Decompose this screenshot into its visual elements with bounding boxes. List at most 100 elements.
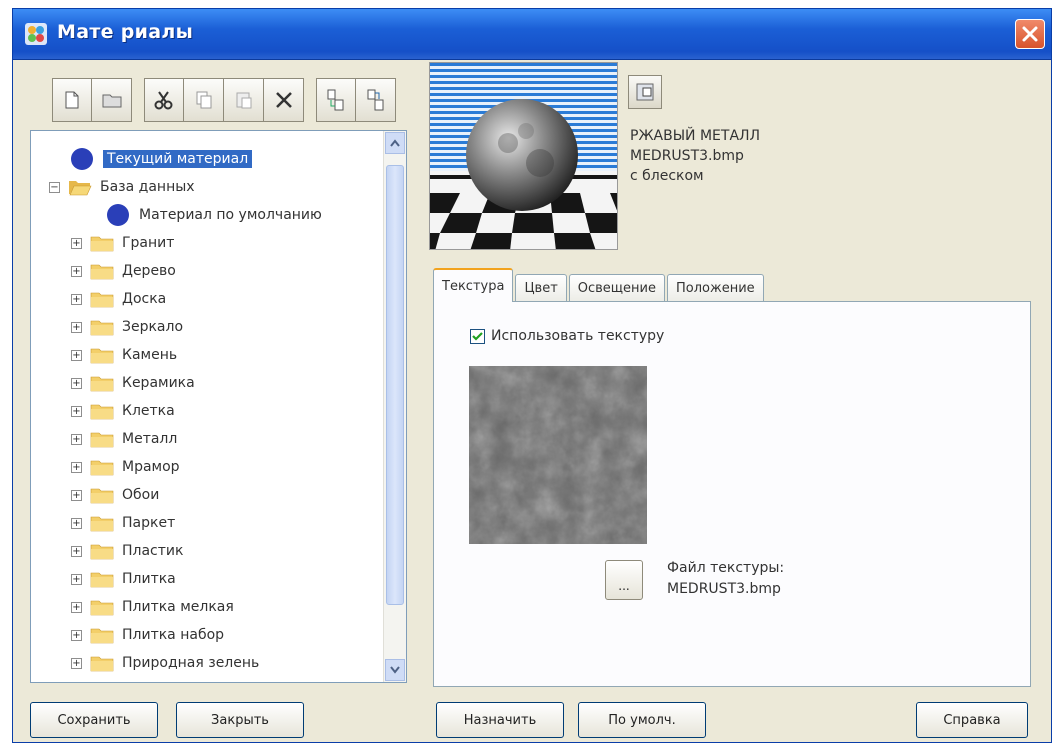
tree-item-label: Пластик (122, 543, 184, 559)
use-texture-row[interactable]: Использовать текстуру (470, 328, 664, 344)
material-dot-icon (107, 204, 129, 226)
tree-item-label: База данных (100, 179, 195, 195)
tree-item[interactable]: + Природная зелень (71, 649, 259, 677)
expand-toggle[interactable]: + (71, 405, 82, 417)
copy-button[interactable] (184, 78, 224, 122)
expand-toggle[interactable]: + (71, 573, 82, 585)
close-icon (1022, 26, 1038, 42)
tab-position[interactable]: Положение (667, 274, 764, 302)
expand-toggle[interactable]: + (71, 433, 82, 445)
tree-item[interactable]: + Керамика (71, 369, 195, 397)
expand-toggle[interactable]: + (71, 349, 82, 361)
close-dialog-button[interactable]: Закрыть (176, 702, 304, 738)
preview-options-button[interactable] (628, 75, 662, 109)
tree-item[interactable]: − База данных (49, 173, 195, 201)
default-button[interactable]: По умолч. (578, 702, 706, 738)
folder-icon (90, 544, 114, 560)
tree-item[interactable]: + Обои (71, 481, 159, 509)
collapse-toggle[interactable]: − (49, 181, 60, 193)
use-texture-checkbox[interactable] (470, 328, 485, 344)
expand-toggle[interactable]: + (71, 293, 82, 305)
tree-item-label: Зеркало (122, 319, 184, 335)
expand-toggle[interactable]: + (71, 461, 82, 473)
scroll-up-button[interactable] (385, 132, 405, 154)
tree-item[interactable]: + Камень (71, 341, 177, 369)
tree-item-label: Мрамор (122, 459, 180, 475)
expand-toggle[interactable]: + (71, 489, 82, 501)
save-button[interactable]: Сохранить (30, 702, 158, 738)
tree-item-label: Металл (122, 431, 178, 447)
folder-icon (90, 628, 114, 644)
title-bar[interactable]: Мате риалы (13, 9, 1051, 60)
tree-item-label: Плитка набор (122, 627, 225, 643)
rust-texture-image (469, 366, 647, 544)
tab-color[interactable]: Цвет (515, 274, 567, 302)
assign-button[interactable]: Назначить (436, 702, 564, 738)
tree-item[interactable]: + Зеркало (71, 313, 183, 341)
delete-button[interactable] (264, 78, 304, 122)
tab-texture[interactable]: Текстура (433, 268, 514, 302)
tree-item[interactable]: + Плитка мелкая (71, 593, 234, 621)
tab-lighting[interactable]: Освещение (568, 274, 665, 302)
tree-item[interactable]: + Пластик (71, 537, 183, 565)
texture-tab-panel: Использовать текстуру ... Файл текстуры:… (433, 301, 1031, 687)
paste-icon (236, 92, 251, 109)
expand-toggle[interactable]: + (71, 545, 82, 557)
export-icon (367, 89, 383, 111)
tree-item[interactable]: + Гранит (71, 229, 174, 257)
material-info: РЖАВЫЙ МЕТАЛЛ MEDRUST3.bmp с блеском (630, 126, 760, 186)
cut-button[interactable] (144, 78, 184, 122)
open-icon (102, 94, 121, 108)
tree-item[interactable]: + Мрамор (71, 453, 180, 481)
expand-toggle[interactable]: + (71, 237, 82, 249)
tree-item-label: Материал по умолчанию (139, 207, 322, 223)
help-button[interactable]: Справка (916, 702, 1028, 738)
expand-toggle[interactable]: + (71, 377, 82, 389)
paste-button[interactable] (224, 78, 264, 122)
folder-icon (90, 460, 114, 476)
expand-toggle[interactable]: + (71, 629, 82, 641)
tree-item-label: Доска (122, 291, 167, 307)
material-dot-icon (71, 148, 93, 170)
tree-item[interactable]: Текущий материал (71, 145, 253, 173)
expand-toggle[interactable]: + (71, 657, 82, 669)
scissors-icon (154, 91, 173, 110)
close-button[interactable] (1015, 19, 1045, 49)
tree-item-label: Гранит (122, 235, 175, 251)
expand-toggle[interactable]: + (71, 601, 82, 613)
tree-scrollbar[interactable] (383, 131, 406, 682)
expand-toggle[interactable]: + (71, 265, 82, 277)
folder-icon (90, 264, 114, 280)
tree-item[interactable]: + Плитка (71, 565, 176, 593)
folder-icon (90, 320, 114, 336)
texture-file-label: Файл текстуры: (667, 560, 785, 576)
window-title: Мате риалы (57, 21, 194, 43)
scroll-down-button[interactable] (385, 659, 405, 681)
tree-item[interactable]: + Дерево (71, 257, 176, 285)
material-name: РЖАВЫЙ МЕТАЛЛ (630, 128, 761, 144)
material-file: MEDRUST3.bmp (630, 148, 744, 164)
browse-texture-button[interactable]: ... (605, 560, 643, 600)
tree-item[interactable]: + Плитка набор (71, 621, 224, 649)
folder-icon (90, 236, 114, 252)
open-button[interactable] (92, 78, 132, 122)
tree-item[interactable]: + Доска (71, 285, 166, 313)
copy-icon (196, 91, 211, 109)
new-button[interactable] (52, 78, 92, 122)
tree-item[interactable]: + Металл (71, 425, 177, 453)
material-preview (429, 62, 618, 250)
export-button[interactable] (356, 78, 396, 122)
tree-item[interactable]: + Клетка (71, 397, 175, 425)
tree-item-label: Текущий материал (103, 150, 253, 168)
folder-icon (90, 404, 114, 420)
expand-toggle[interactable]: + (71, 321, 82, 333)
scroll-thumb[interactable] (386, 165, 404, 605)
materials-tree[interactable]: Текущий материал − База данных Материал по … (30, 130, 407, 683)
import-button[interactable] (316, 78, 356, 122)
tree-item-label: Природная зелень (122, 655, 260, 671)
tree-item[interactable]: Материал по умолчанию (107, 201, 322, 229)
expand-toggle[interactable]: + (71, 517, 82, 529)
tree-item-label: Клетка (122, 403, 175, 419)
import-icon (327, 89, 344, 111)
tree-item[interactable]: + Паркет (71, 509, 175, 537)
